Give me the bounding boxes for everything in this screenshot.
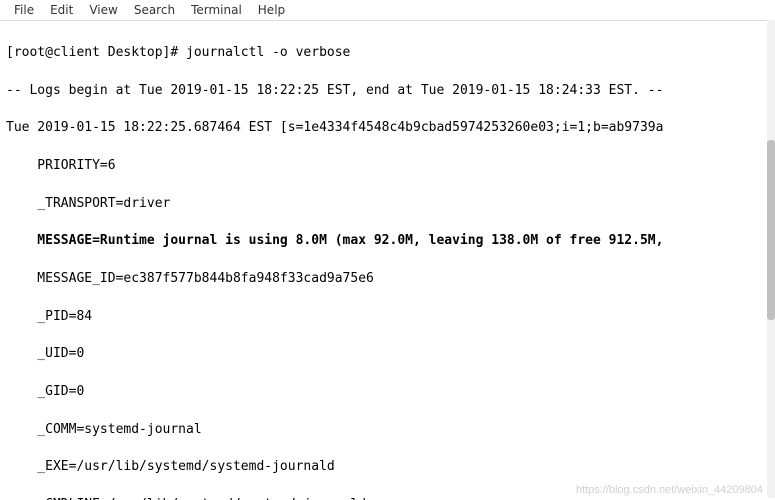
menu-file[interactable]: File xyxy=(6,2,42,18)
entry1-message: MESSAGE=Runtime journal is using 8.0M (m… xyxy=(6,232,769,251)
entry1-gid: _GID=0 xyxy=(6,383,769,402)
scrollbar-thumb[interactable] xyxy=(767,140,775,320)
entry1-pid: _PID=84 xyxy=(6,308,769,327)
entry1-comm: _COMM=systemd-journal xyxy=(6,421,769,440)
menu-search[interactable]: Search xyxy=(126,2,183,18)
logs-header: -- Logs begin at Tue 2019-01-15 18:22:25… xyxy=(6,82,769,101)
watermark-text: https://blog.csdn.net/weixin_44209804 xyxy=(576,484,763,496)
prompt-line: [root@client Desktop]# journalctl -o ver… xyxy=(6,44,769,63)
terminal-output[interactable]: [root@client Desktop]# journalctl -o ver… xyxy=(0,21,775,500)
entry1-message-id: MESSAGE_ID=ec387f577b844b8fa948f33cad9a7… xyxy=(6,270,769,289)
entry1-priority: PRIORITY=6 xyxy=(6,157,769,176)
entry1-transport: _TRANSPORT=driver xyxy=(6,195,769,214)
menu-edit[interactable]: Edit xyxy=(42,2,81,18)
menu-view[interactable]: View xyxy=(81,2,125,18)
menu-terminal[interactable]: Terminal xyxy=(183,2,250,18)
menubar: File Edit View Search Terminal Help xyxy=(0,0,775,21)
entry1-cmdline: _CMDLINE=/usr/lib/systemd/systemd-journa… xyxy=(6,496,769,500)
menu-help[interactable]: Help xyxy=(250,2,293,18)
entry1-exe: _EXE=/usr/lib/systemd/systemd-journald xyxy=(6,458,769,477)
entry1-uid: _UID=0 xyxy=(6,345,769,364)
scrollbar-track[interactable] xyxy=(767,20,775,498)
entry1-head: Tue 2019-01-15 18:22:25.687464 EST [s=1e… xyxy=(6,119,769,138)
